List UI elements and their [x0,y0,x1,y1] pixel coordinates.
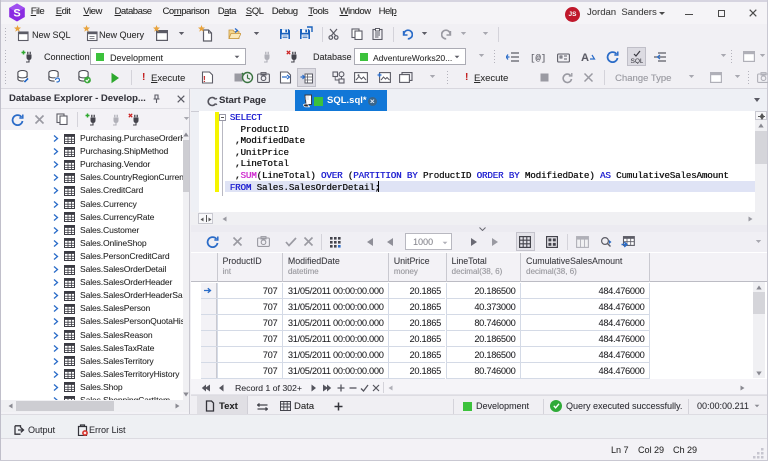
svg-text:!: ! [203,75,206,84]
svg-text:S: S [13,8,20,20]
svg-text:SQL: SQL [631,58,644,64]
svg-text:[@]: [@] [530,54,546,64]
svg-text:A: A [581,52,589,63]
